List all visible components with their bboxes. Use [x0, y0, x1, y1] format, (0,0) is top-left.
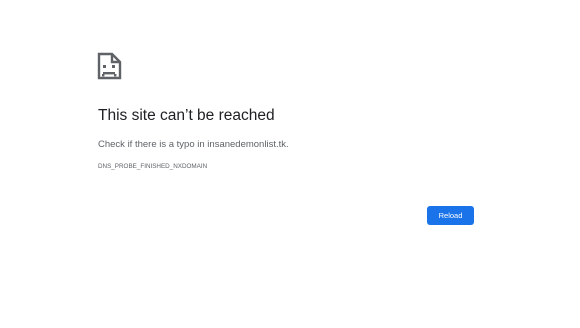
sad-document-icon [97, 52, 122, 80]
error-page: This site can’t be reached Check if ther… [0, 0, 580, 328]
error-title: This site can’t be reached [98, 107, 275, 124]
error-code: DNS_PROBE_FINISHED_NXDOMAIN [98, 163, 208, 170]
reload-button[interactable]: Reload [427, 206, 474, 225]
typo-suggestion: Check if there is a typo in insanedemonl… [98, 139, 289, 150]
